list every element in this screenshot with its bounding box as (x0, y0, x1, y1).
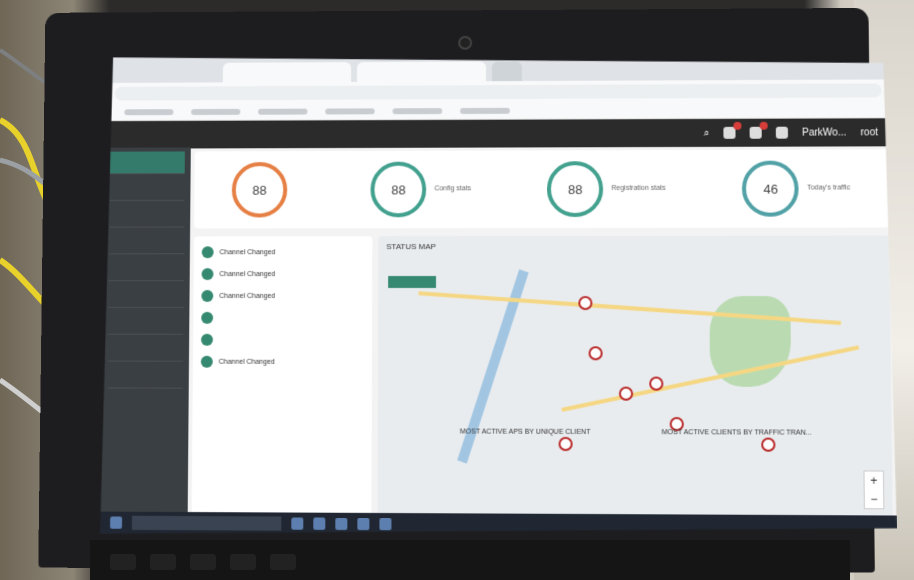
sidebar-item[interactable] (110, 151, 185, 174)
gauge: 88 (232, 162, 288, 218)
list-item[interactable]: Channel Changed (201, 356, 364, 368)
status-dot (202, 268, 214, 280)
notification-icon[interactable] (723, 127, 735, 139)
address-bar[interactable] (115, 83, 882, 100)
taskbar-search[interactable] (132, 516, 281, 531)
event-text: Channel Changed (219, 271, 275, 278)
list-item[interactable] (201, 334, 364, 346)
key (190, 554, 216, 570)
footer-left-title: MOST ACTIVE APS BY UNIQUE CLIENT (460, 429, 591, 436)
new-tab-button[interactable] (492, 61, 522, 81)
gauge: 88 (371, 162, 427, 218)
status-dot (201, 290, 213, 302)
search-icon[interactable]: ⌕ (704, 127, 710, 138)
map-filter-button[interactable] (388, 276, 436, 288)
map-zoom-control[interactable]: + − (863, 470, 884, 509)
status-dot (201, 334, 213, 346)
status-map[interactable]: STATUS MAP + − (377, 236, 892, 530)
ap-pin-icon[interactable] (649, 377, 663, 391)
list-item[interactable]: Channel Changed (202, 246, 365, 258)
windows-taskbar (100, 512, 897, 538)
stat-label: Today's traffic (807, 183, 850, 193)
site-selector[interactable]: ParkWo... (802, 127, 846, 138)
start-icon[interactable] (110, 517, 122, 529)
dashboard-main: 88 88 Config stats 88 Registration stats… (192, 149, 893, 534)
zoom-in-icon[interactable]: + (870, 474, 877, 488)
list-item[interactable]: Channel Changed (201, 290, 364, 302)
event-text: Channel Changed (219, 358, 275, 365)
map-title: STATUS MAP (386, 242, 436, 251)
stat-label: Config stats (434, 184, 471, 194)
footer-right-title: MOST ACTIVE CLIENTS BY TRAFFIC TRAN... (662, 429, 812, 437)
alert-badge (760, 122, 768, 130)
stat-card: 88 (232, 162, 296, 218)
stats-row: 88 88 Config stats 88 Registration stats… (194, 149, 889, 228)
laptop-screen: ⌕ ParkWo... root 88 88 Config stats 88 R… (100, 54, 897, 539)
app-header: ⌕ ParkWo... root (104, 118, 892, 148)
sidebar-item[interactable] (108, 366, 183, 389)
headset-icon[interactable] (776, 127, 788, 139)
ap-pin-icon[interactable] (619, 387, 633, 401)
status-dot (202, 246, 214, 258)
browser-toolbar (105, 79, 892, 104)
sidebar (100, 147, 191, 534)
bookmark[interactable] (258, 109, 307, 115)
taskbar-app-icon[interactable] (357, 518, 369, 530)
gauge: 88 (547, 161, 603, 217)
taskbar-app-icon[interactable] (379, 518, 391, 530)
laptop: ⌕ ParkWo... root 88 88 Config stats 88 R… (38, 8, 875, 573)
taskbar-app-icon[interactable] (313, 518, 325, 530)
browser-tab[interactable] (223, 62, 351, 82)
key (270, 554, 296, 570)
browser-tab[interactable] (357, 61, 486, 81)
ap-pin-icon[interactable] (589, 346, 603, 360)
browser-tabs (105, 54, 891, 83)
sidebar-item[interactable] (109, 258, 184, 281)
gauge: 46 (742, 161, 799, 217)
event-text: Channel Changed (219, 292, 275, 299)
stat-card: 88 Registration stats (547, 161, 666, 217)
bookmark[interactable] (325, 108, 375, 114)
stat-card: 88 Config stats (371, 161, 472, 217)
key (150, 554, 176, 570)
taskbar-app-icon[interactable] (335, 518, 347, 530)
photo-scene: ⌕ ParkWo... root 88 88 Config stats 88 R… (0, 0, 914, 580)
sidebar-item[interactable] (109, 231, 184, 254)
zoom-out-icon[interactable]: − (870, 492, 877, 506)
camera-icon (458, 36, 472, 50)
sidebar-item[interactable] (109, 285, 184, 308)
list-item[interactable]: Channel Changed (202, 268, 365, 280)
notification-badge (733, 122, 741, 130)
bookmark[interactable] (393, 108, 443, 114)
key (110, 554, 136, 570)
stat-card: 46 Today's traffic (742, 160, 850, 216)
sidebar-item[interactable] (108, 312, 183, 335)
ap-pin-icon[interactable] (578, 296, 592, 310)
stat-label: Registration stats (611, 184, 665, 194)
keyboard (90, 540, 850, 580)
events-panel: Channel Changed Channel Changed Channel … (192, 236, 373, 527)
sidebar-item[interactable] (108, 339, 183, 362)
bookmark[interactable] (460, 108, 510, 114)
event-text: Channel Changed (220, 249, 276, 256)
sidebar-item[interactable] (109, 205, 184, 228)
ap-pin-icon[interactable] (761, 438, 775, 452)
bookmark[interactable] (191, 109, 240, 115)
list-item[interactable] (201, 312, 364, 324)
ap-pin-icon[interactable] (559, 437, 573, 451)
status-dot (201, 312, 213, 324)
user-menu[interactable]: root (860, 127, 878, 138)
sidebar-item[interactable] (110, 178, 185, 201)
status-dot (201, 356, 213, 368)
alert-icon[interactable] (750, 127, 762, 139)
bookmark[interactable] (124, 109, 173, 115)
taskbar-app-icon[interactable] (291, 518, 303, 530)
key (230, 554, 256, 570)
